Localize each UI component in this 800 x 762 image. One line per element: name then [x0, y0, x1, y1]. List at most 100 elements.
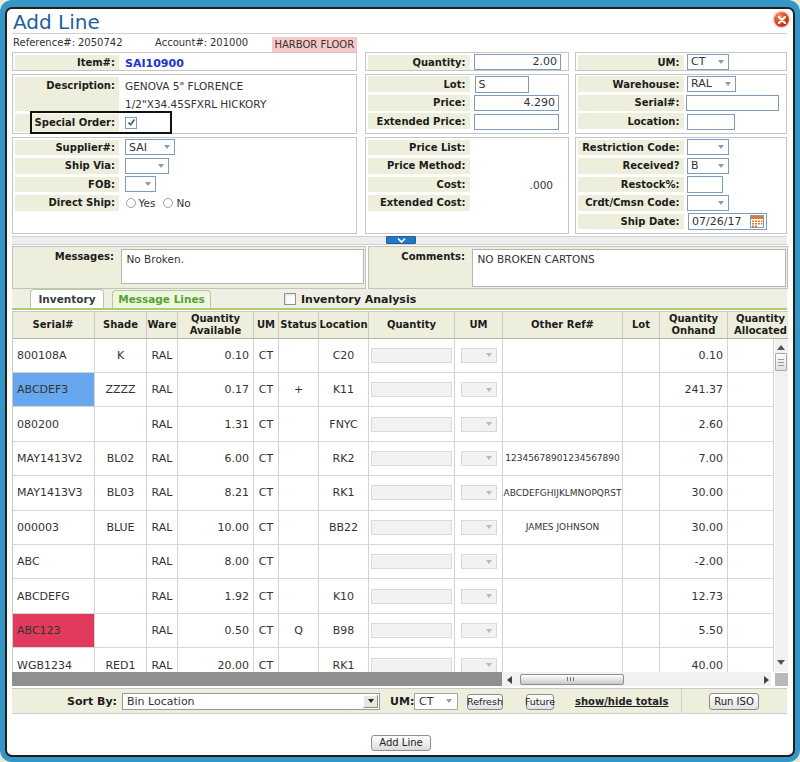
- future-button[interactable]: Future: [526, 694, 554, 710]
- cell-qty-allocated: [728, 614, 774, 647]
- row-um-select[interactable]: [461, 589, 497, 604]
- crdt-cmsn-select[interactable]: [687, 195, 729, 211]
- vertical-scrollbar-thumb[interactable]: [775, 353, 787, 371]
- warehouse-select[interactable]: RAL: [687, 76, 736, 93]
- um-group: UM: CT: [575, 52, 788, 71]
- table-row[interactable]: ABC123RAL0.50CTQB985.50: [12, 614, 774, 648]
- item-value[interactable]: SAI10900: [125, 57, 184, 70]
- add-line-dialog: Add Line Reference#: 2050742 Account#: 2…: [0, 0, 800, 762]
- row-um-select[interactable]: [461, 485, 497, 500]
- cell-location: K10: [319, 579, 369, 612]
- table-row[interactable]: ABCDEF3ZZZZRAL0.17CT+K11241.37: [12, 373, 774, 407]
- cell-qty-onhand: 7.00: [660, 442, 728, 475]
- fob-select[interactable]: [125, 176, 156, 192]
- collapse-button[interactable]: [386, 236, 416, 244]
- ship-date-label: Ship Date:: [578, 214, 684, 230]
- chevron-down-icon: [486, 560, 492, 564]
- dropdown-button[interactable]: [363, 695, 378, 709]
- row-quantity-input[interactable]: [371, 658, 452, 673]
- table-row[interactable]: MAY1413V2BL02RAL6.00CTRK2123456789012345…: [12, 442, 774, 476]
- table-row[interactable]: ABCDEFGRAL1.92CTK1012.73: [12, 579, 774, 613]
- scroll-up-icon[interactable]: [777, 345, 785, 350]
- calendar-icon[interactable]: [750, 215, 764, 228]
- row-quantity-input[interactable]: [371, 382, 452, 397]
- horizontal-scrollbar[interactable]: [12, 672, 788, 686]
- lot-input[interactable]: S: [475, 76, 529, 93]
- row-um-select[interactable]: [461, 382, 497, 397]
- row-um-select[interactable]: [461, 451, 497, 466]
- special-order-checkbox[interactable]: [125, 117, 137, 129]
- column-header: Status: [279, 312, 319, 338]
- scroll-left-icon[interactable]: [507, 676, 512, 684]
- refresh-button[interactable]: Refresh: [467, 694, 503, 710]
- supplier-select[interactable]: SAI: [125, 139, 175, 155]
- row-quantity-input[interactable]: [371, 485, 452, 500]
- scroll-down-icon[interactable]: [777, 660, 785, 665]
- table-row[interactable]: 000003BLUERAL10.00CTBB22JAMES JOHNSON30.…: [12, 511, 774, 545]
- description-group: Description: GENOVA 5" FLORENCE 1/2"X34.…: [12, 74, 357, 134]
- direct-ship-yes-radio[interactable]: [126, 198, 136, 208]
- row-um-select[interactable]: [461, 520, 497, 535]
- close-button[interactable]: [774, 12, 789, 27]
- row-um-select[interactable]: [461, 623, 497, 638]
- direct-ship-label: Direct Ship:: [15, 195, 119, 211]
- row-quantity-input[interactable]: [371, 451, 452, 466]
- cell-lot: [623, 511, 660, 544]
- scroll-right-icon[interactable]: [764, 676, 769, 684]
- received-select[interactable]: B: [687, 158, 729, 174]
- table-row[interactable]: 080200RAL1.31CTFNYC2.60: [12, 407, 774, 441]
- show-hide-totals-link[interactable]: show/hide totals: [575, 696, 668, 707]
- row-um-select[interactable]: [461, 348, 497, 363]
- sort-by-select[interactable]: Bin Location: [122, 693, 380, 711]
- cell-qty-onhand: 5.50: [660, 614, 728, 647]
- row-um-select[interactable]: [461, 417, 497, 432]
- chevron-down-icon: [486, 353, 492, 357]
- direct-ship-no-radio[interactable]: [163, 198, 173, 208]
- row-quantity-input[interactable]: [371, 520, 452, 535]
- table-row[interactable]: MAY1413V3BL03RAL8.21CTRK1ABCDEFGHIJKLMNO…: [12, 476, 774, 510]
- ship-via-select[interactable]: [125, 158, 169, 174]
- sort-by-label: Sort By:: [67, 695, 115, 708]
- cell-shade: [95, 614, 147, 647]
- reference-value: 2050742: [78, 37, 123, 48]
- um-select[interactable]: CT: [687, 54, 729, 71]
- messages-box[interactable]: No Broken.: [121, 249, 364, 285]
- column-header: Other Ref#: [503, 312, 623, 338]
- horizontal-scrollbar-thumb[interactable]: [520, 674, 625, 685]
- cell-um: CT: [254, 339, 279, 372]
- vertical-scrollbar[interactable]: [775, 339, 788, 673]
- column-header: Lot: [623, 312, 660, 338]
- row-um-select[interactable]: [461, 658, 497, 673]
- tab-inventory[interactable]: Inventory: [30, 289, 104, 308]
- run-iso-button[interactable]: Run ISO: [709, 693, 759, 710]
- row-um-select[interactable]: [461, 554, 497, 569]
- serial-input[interactable]: [686, 95, 779, 112]
- footer-bar: Sort By: Bin Location UM: CT Refresh Fut…: [12, 688, 787, 714]
- row-quantity-input[interactable]: [371, 623, 452, 638]
- price-input[interactable]: 4.290: [474, 95, 559, 112]
- chevron-down-icon: [718, 164, 724, 168]
- row-quantity-input[interactable]: [371, 554, 452, 569]
- row-quantity-input[interactable]: [371, 417, 452, 432]
- extended-price-input[interactable]: [474, 114, 559, 131]
- restock-input[interactable]: [687, 176, 723, 193]
- cell-location: RK1: [319, 648, 369, 672]
- tab-message-lines[interactable]: Message Lines: [112, 290, 211, 309]
- quantity-input[interactable]: 2.00: [474, 54, 561, 71]
- footer-um-select[interactable]: CT: [414, 693, 458, 710]
- table-row[interactable]: ABCRAL8.00CT-2.00: [12, 545, 774, 579]
- restriction-code-select[interactable]: [687, 139, 729, 155]
- inventory-analysis-checkbox[interactable]: [284, 293, 296, 305]
- ship-date-input[interactable]: 07/26/17: [688, 213, 767, 230]
- table-row[interactable]: 800108AKRAL0.10CTC200.10: [12, 339, 774, 373]
- location-input[interactable]: [687, 114, 735, 131]
- tab-strip: Inventory Message Lines Inventory Analys…: [12, 289, 787, 309]
- add-line-button[interactable]: Add Line: [371, 735, 431, 751]
- cell-qty-allocated: [728, 579, 774, 612]
- cell-serial: ABC: [12, 545, 95, 578]
- table-row[interactable]: WGB1234RED1RAL20.00CTRK140.00: [12, 648, 774, 672]
- cell-qty-allocated: [728, 545, 774, 578]
- row-quantity-input[interactable]: [371, 348, 452, 363]
- comments-box[interactable]: NO BROKEN CARTONS: [472, 249, 786, 287]
- row-quantity-input[interactable]: [371, 589, 452, 604]
